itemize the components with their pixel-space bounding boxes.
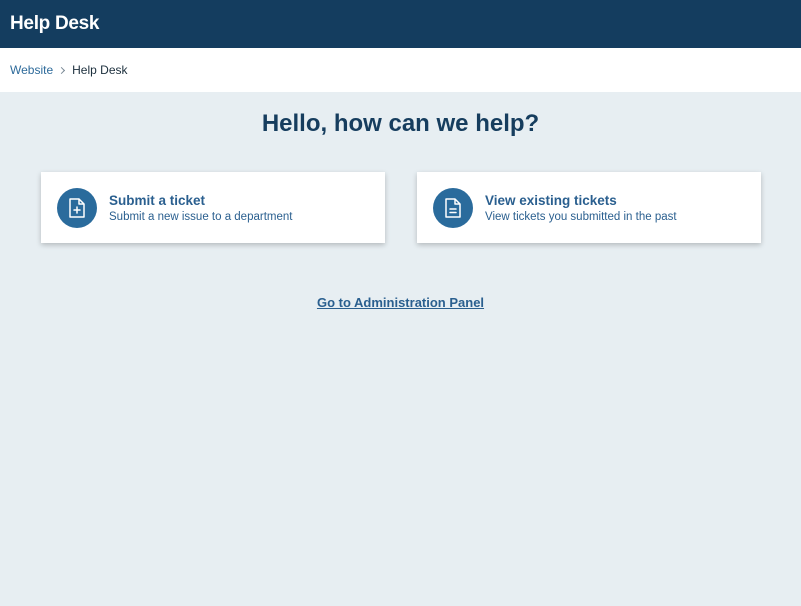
top-bar: Help Desk bbox=[0, 0, 801, 48]
page-heading: Hello, how can we help? bbox=[261, 110, 540, 137]
admin-panel-link[interactable]: Go to Administration Panel bbox=[317, 295, 484, 310]
view-tickets-card[interactable]: View existing tickets View tickets you s… bbox=[417, 172, 761, 243]
submit-ticket-title: Submit a ticket bbox=[109, 192, 206, 208]
view-tickets-subtitle: View tickets you submitted in the past bbox=[485, 210, 677, 223]
breadcrumb-website-link[interactable]: Website bbox=[10, 63, 53, 77]
file-text-icon bbox=[433, 187, 473, 228]
app-title: Help Desk bbox=[10, 13, 100, 34]
submit-ticket-card[interactable]: Submit a ticket Submit a new issue to a … bbox=[41, 172, 385, 243]
view-tickets-title: View existing tickets bbox=[485, 192, 617, 208]
breadcrumb-current: Help Desk bbox=[72, 63, 128, 77]
file-plus-icon bbox=[57, 187, 97, 228]
breadcrumb: Website Help Desk bbox=[0, 48, 801, 92]
admin-link-container: Go to Administration Panel bbox=[0, 294, 801, 312]
submit-ticket-subtitle: Submit a new issue to a department bbox=[109, 210, 293, 223]
chevron-right-icon bbox=[58, 66, 66, 74]
